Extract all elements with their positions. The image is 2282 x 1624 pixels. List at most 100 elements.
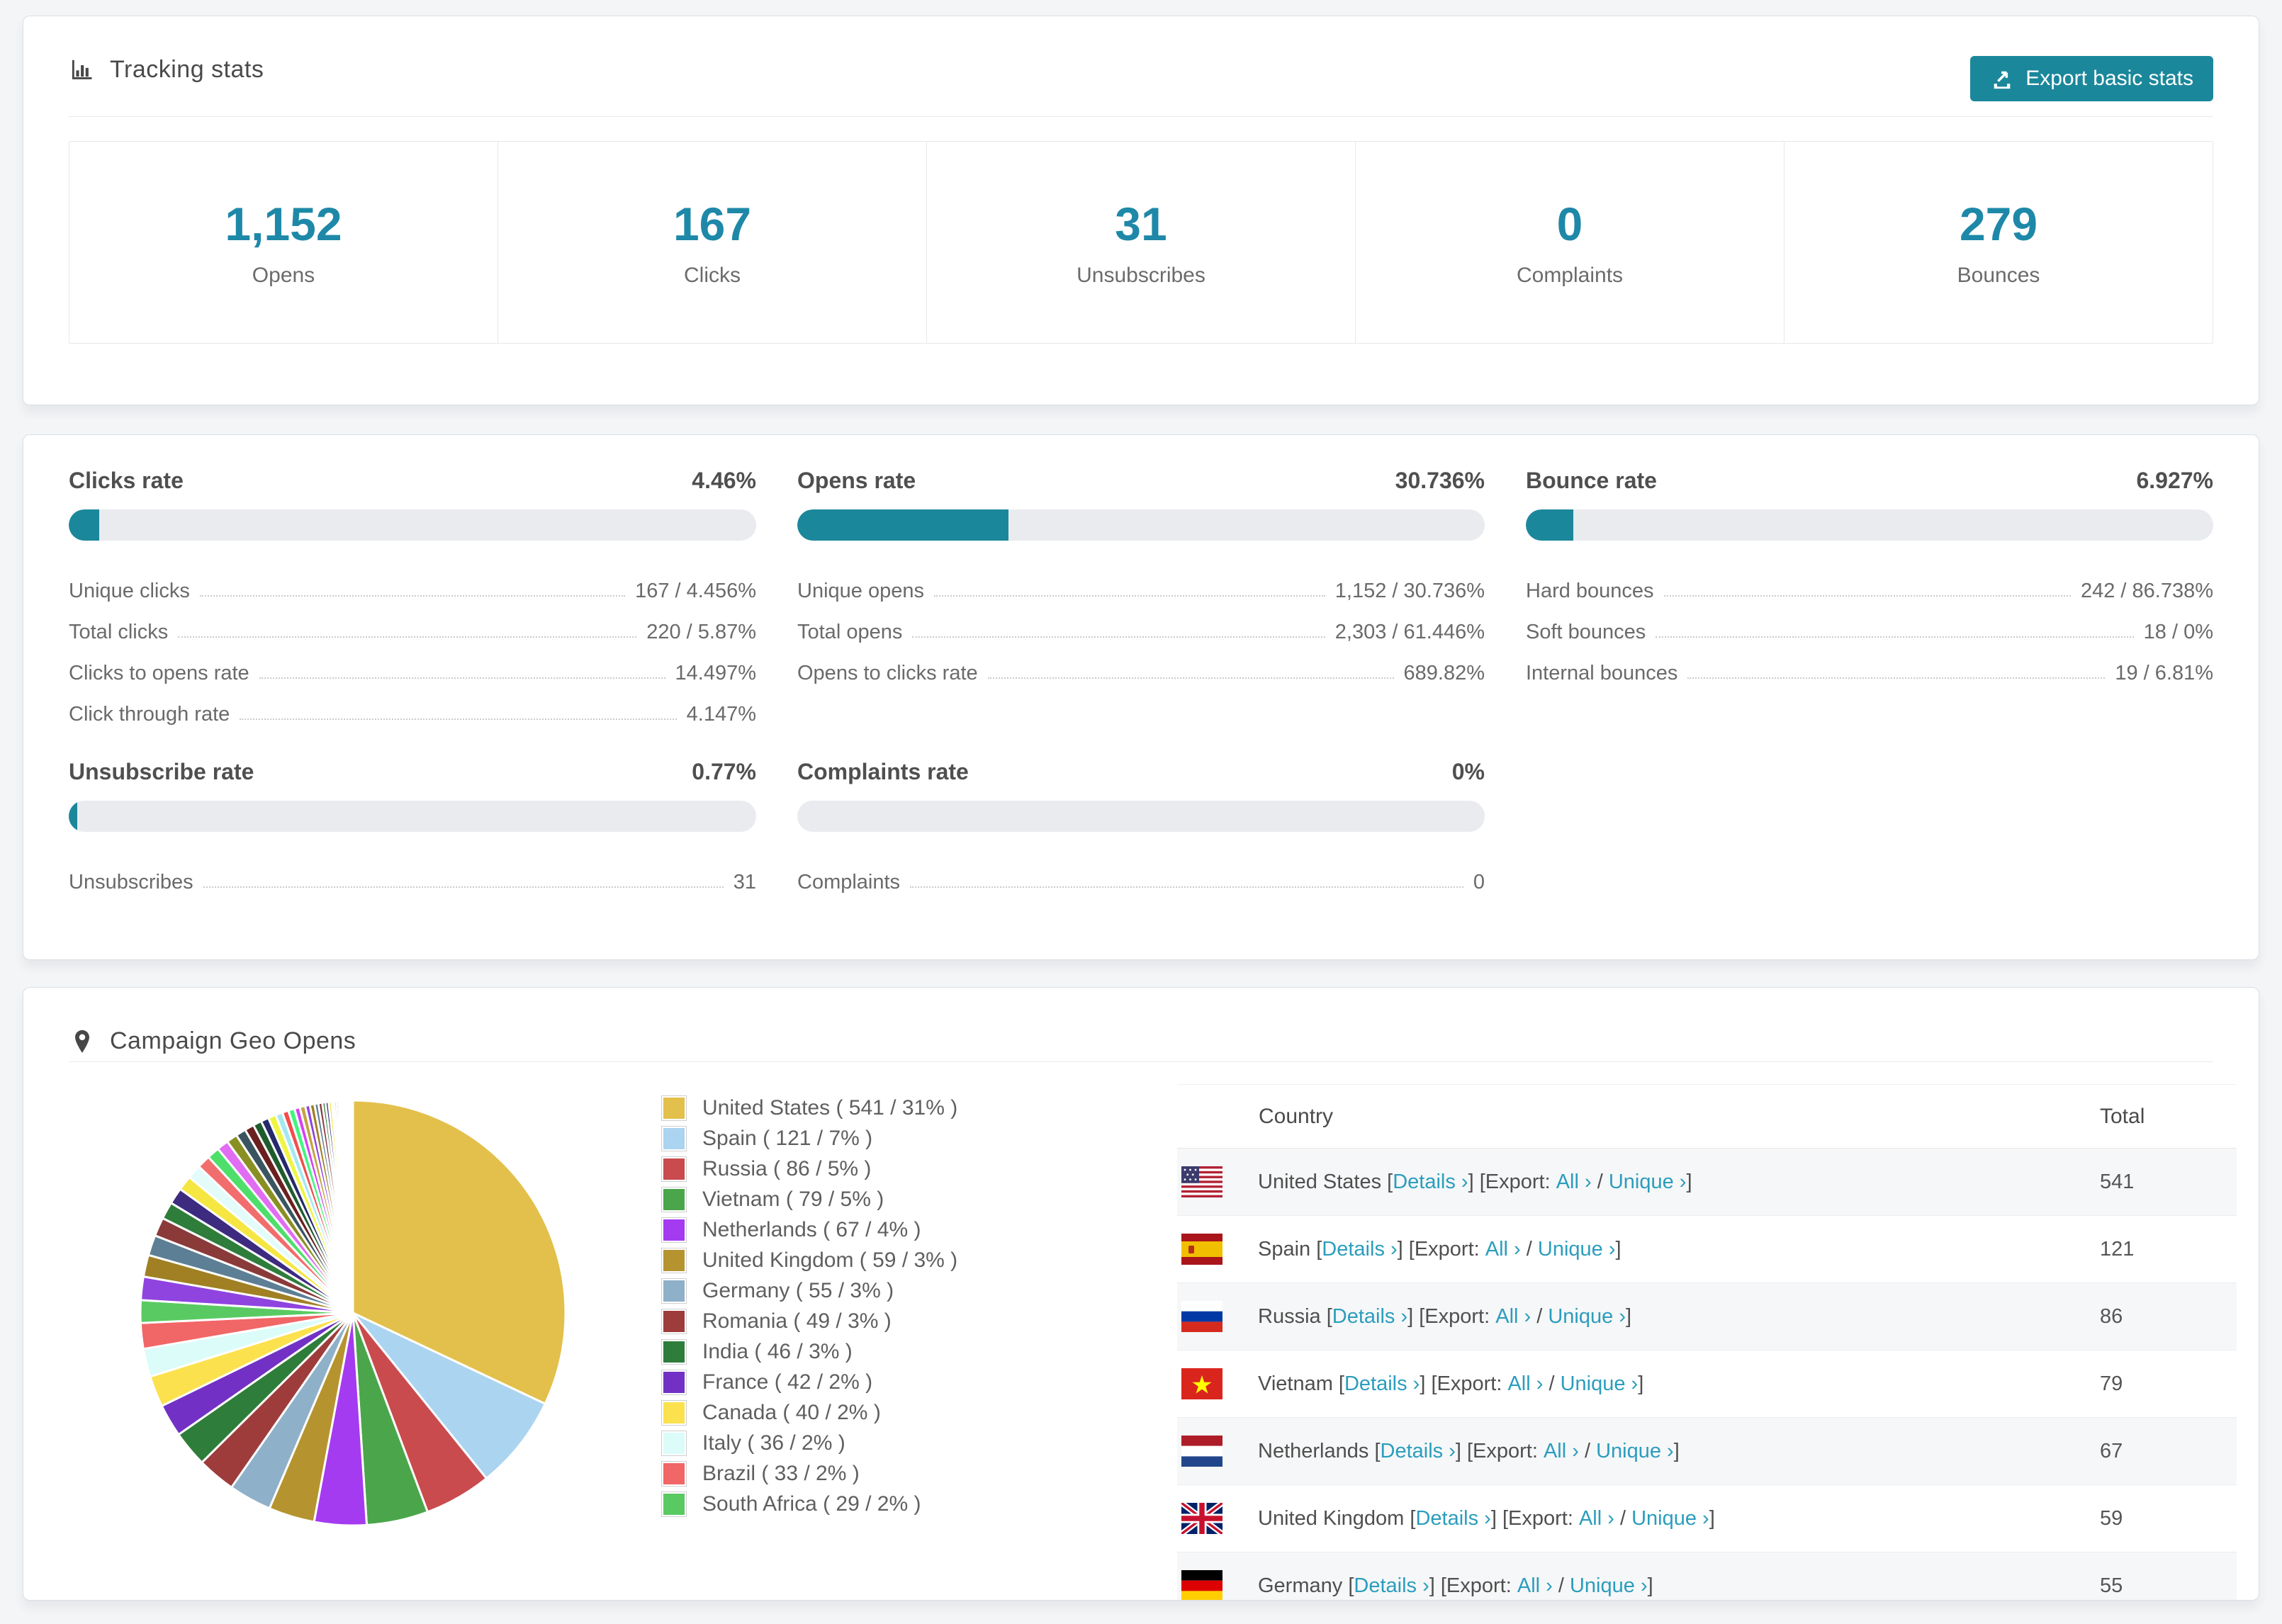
legend-swatch bbox=[661, 1217, 687, 1243]
stat-cell-opens: 1,152 Opens bbox=[69, 142, 498, 343]
legend-label: Spain ( 121 / 7% ) bbox=[702, 1126, 873, 1150]
legend-swatch-color bbox=[663, 1432, 685, 1454]
details-link[interactable]: Details › bbox=[1415, 1507, 1490, 1530]
export-all-link[interactable]: All › bbox=[1517, 1574, 1553, 1598]
details-link[interactable]: Details › bbox=[1322, 1238, 1397, 1261]
dotted-leader bbox=[912, 636, 1325, 638]
bracket: [ bbox=[1316, 1237, 1322, 1261]
export-unique-link[interactable]: Unique › bbox=[1570, 1574, 1648, 1598]
total-cell: 79 bbox=[2100, 1372, 2123, 1395]
country-cell: Netherlands [Details ›] [Export: All › /… bbox=[1258, 1440, 2100, 1463]
rate-head: Unsubscribe rate 0.77% bbox=[69, 759, 756, 785]
rate-row: Total clicks 220 / 5.87% bbox=[69, 603, 756, 644]
bracket: [ bbox=[1326, 1304, 1332, 1328]
total-column-header: Total bbox=[2100, 1104, 2145, 1128]
export-unique-link[interactable]: Unique › bbox=[1548, 1305, 1626, 1329]
tracking-stats-card: Tracking stats Export basic stats 1,152 O… bbox=[23, 16, 2259, 405]
legend-label: United Kingdom ( 59 / 3% ) bbox=[702, 1248, 958, 1272]
rate-row-label: Unsubscribes bbox=[69, 871, 193, 893]
export-icon bbox=[1994, 71, 2011, 89]
bracket: ] bbox=[1686, 1170, 1692, 1193]
bracket: [ bbox=[1348, 1574, 1354, 1597]
export-unique-link[interactable]: Unique › bbox=[1561, 1372, 1639, 1396]
bracket: ] [Export: bbox=[1429, 1574, 1517, 1597]
rate-title: Unsubscribe rate bbox=[69, 759, 254, 784]
details-link[interactable]: Details › bbox=[1393, 1171, 1468, 1194]
rate-progress-fill bbox=[797, 509, 1009, 541]
legend-label: India ( 46 / 3% ) bbox=[702, 1339, 853, 1363]
export-basic-stats-button[interactable]: Export basic stats bbox=[1970, 56, 2213, 101]
slash: / bbox=[1520, 1237, 1538, 1261]
dotted-leader bbox=[1656, 636, 2134, 638]
export-unique-link[interactable]: Unique › bbox=[1631, 1507, 1709, 1530]
details-link[interactable]: Details › bbox=[1332, 1305, 1407, 1329]
stat-cell-bounces: 279 Bounces bbox=[1784, 142, 2213, 343]
bracket: ] [Export: bbox=[1407, 1304, 1496, 1328]
export-unique-link[interactable]: Unique › bbox=[1596, 1440, 1674, 1463]
geo-title: Campaign Geo Opens bbox=[110, 1027, 356, 1054]
legend-label: Romania ( 49 / 3% ) bbox=[702, 1309, 892, 1333]
slash: / bbox=[1552, 1574, 1570, 1597]
country-name: United States bbox=[1258, 1170, 1388, 1193]
stat-label: Opens bbox=[252, 264, 315, 287]
table-row-vn: Vietnam [Details ›] [Export: All › / Uni… bbox=[1177, 1350, 2237, 1418]
flag-de-icon bbox=[1181, 1570, 1222, 1600]
export-unique-link[interactable]: Unique › bbox=[1538, 1238, 1616, 1261]
rate-row: Hard bounces 242 / 86.738% bbox=[1526, 562, 2213, 603]
flag-ru-icon bbox=[1181, 1301, 1222, 1332]
flag-es-icon bbox=[1181, 1234, 1222, 1265]
country-name: Russia bbox=[1258, 1304, 1327, 1328]
bracket: [ bbox=[1374, 1439, 1381, 1462]
legend-item-brazil: Brazil ( 33 / 2% ) bbox=[661, 1458, 957, 1489]
bracket: ] [Export: bbox=[1397, 1237, 1485, 1261]
rate-block-opens-rate: Opens rate 30.736% Unique opens 1,152 / 30.… bbox=[797, 468, 1485, 726]
legend-label: France ( 42 / 2% ) bbox=[702, 1370, 873, 1394]
legend-item-germany: Germany ( 55 / 3% ) bbox=[661, 1275, 957, 1306]
geo-opens-pie-chart bbox=[139, 1099, 567, 1527]
rate-block-unsubscribe-rate: Unsubscribe rate 0.77% Unsubscribes 31 bbox=[69, 759, 756, 894]
country-name: Netherlands bbox=[1258, 1439, 1375, 1462]
rate-value: 0% bbox=[1451, 759, 1485, 784]
legend-swatch-color bbox=[663, 1493, 685, 1515]
slash: / bbox=[1543, 1372, 1561, 1395]
country-cell: Russia [Details ›] [Export: All › / Uniq… bbox=[1258, 1305, 2100, 1329]
pie-chart-legend: United States ( 541 / 31% ) Spain ( 121 /… bbox=[661, 1093, 957, 1519]
export-unique-link[interactable]: Unique › bbox=[1609, 1171, 1687, 1194]
rate-progress-track bbox=[69, 509, 756, 541]
rate-value: 30.736% bbox=[1395, 468, 1485, 493]
legend-swatch bbox=[661, 1399, 687, 1426]
rate-progress-track bbox=[797, 509, 1485, 541]
export-all-link[interactable]: All › bbox=[1544, 1440, 1579, 1463]
bracket: ] bbox=[1615, 1237, 1621, 1261]
legend-swatch-color bbox=[663, 1310, 685, 1332]
legend-swatch bbox=[661, 1491, 687, 1517]
flag-us-icon bbox=[1181, 1166, 1222, 1197]
bracket: ] [Export: bbox=[1490, 1506, 1579, 1530]
export-all-link[interactable]: All › bbox=[1507, 1372, 1543, 1396]
slash: / bbox=[1531, 1304, 1548, 1328]
export-all-link[interactable]: All › bbox=[1579, 1507, 1614, 1530]
export-all-link[interactable]: All › bbox=[1556, 1171, 1592, 1194]
export-all-link[interactable]: All › bbox=[1485, 1238, 1521, 1261]
table-row-ru: Russia [Details ›] [Export: All › / Uniq… bbox=[1177, 1283, 2237, 1350]
details-link[interactable]: Details › bbox=[1381, 1440, 1456, 1463]
rate-value: 0.77% bbox=[692, 759, 756, 784]
rate-row-value: 242 / 86.738% bbox=[2080, 580, 2213, 602]
rate-row-value: 2,303 / 61.446% bbox=[1334, 621, 1485, 643]
total-cell: 86 bbox=[2100, 1304, 2123, 1328]
details-link[interactable]: Details › bbox=[1344, 1372, 1420, 1396]
rate-row-label: Unique clicks bbox=[69, 580, 190, 602]
bracket: ] bbox=[1673, 1439, 1680, 1462]
legend-item-vietnam: Vietnam ( 79 / 5% ) bbox=[661, 1184, 957, 1214]
rate-rows: Unsubscribes 31 bbox=[69, 853, 756, 894]
bracket: ] bbox=[1638, 1372, 1644, 1395]
dotted-leader bbox=[199, 595, 626, 597]
export-all-link[interactable]: All › bbox=[1495, 1305, 1531, 1329]
legend-swatch-color bbox=[663, 1127, 685, 1149]
details-link[interactable]: Details › bbox=[1354, 1574, 1429, 1598]
rate-progress-track bbox=[1526, 509, 2213, 541]
rate-row-label: Click through rate bbox=[69, 703, 230, 726]
legend-swatch bbox=[661, 1247, 687, 1273]
rate-row-label: Clicks to opens rate bbox=[69, 662, 249, 684]
rate-row-value: 4.147% bbox=[686, 703, 756, 726]
